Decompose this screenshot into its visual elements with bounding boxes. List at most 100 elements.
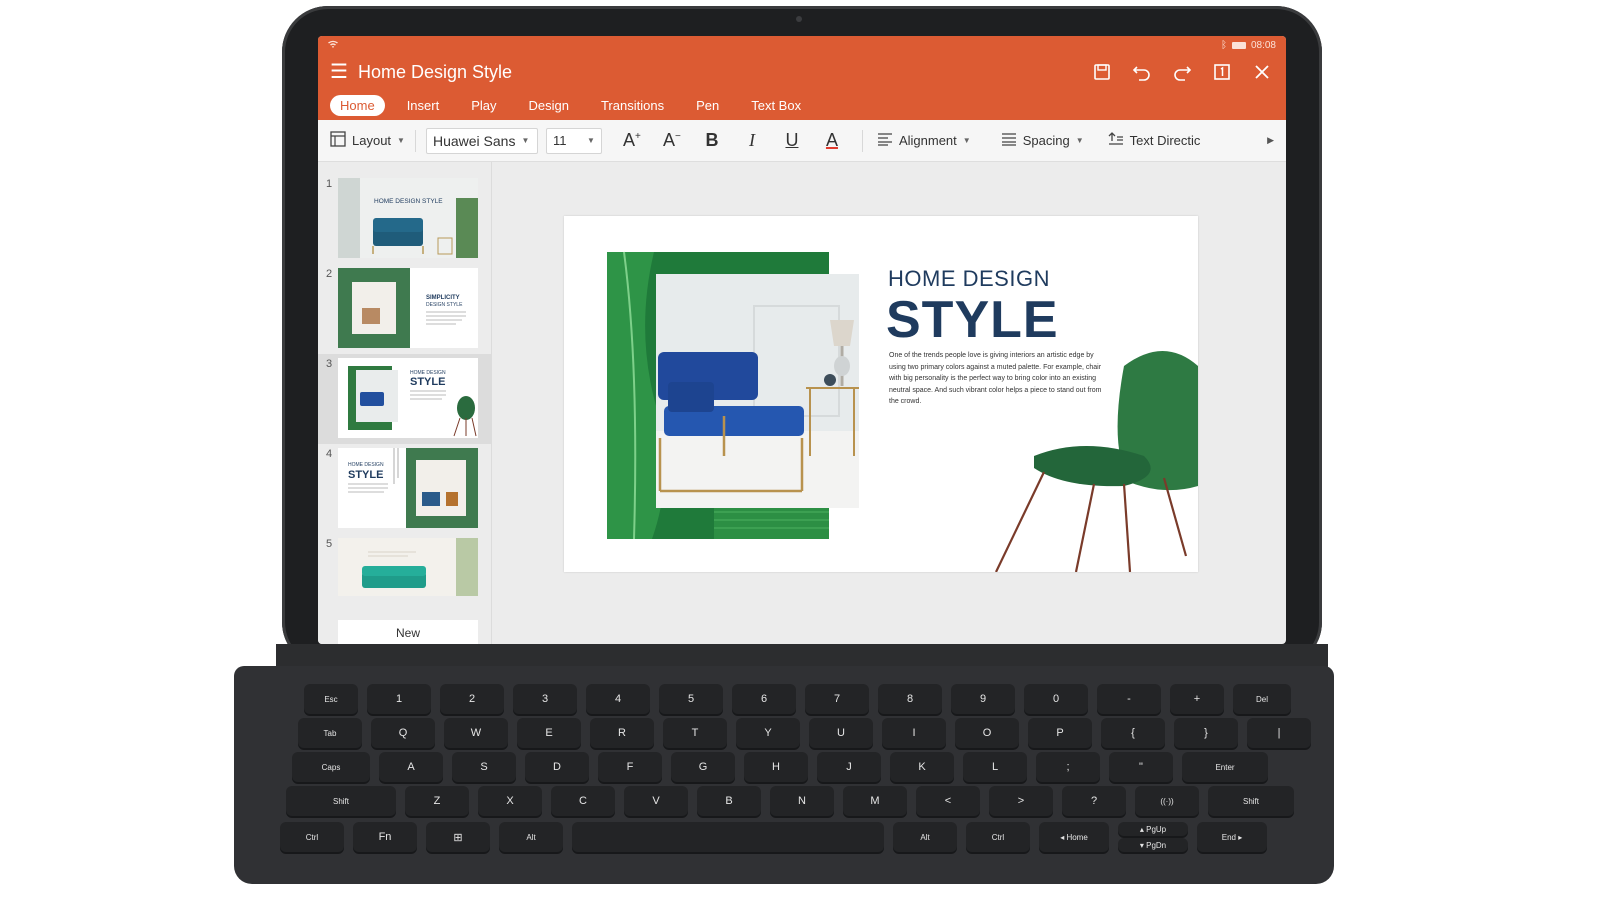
font-color-icon[interactable]: A [812,130,852,151]
slide-thumbnail-5[interactable]: 5 [318,534,491,598]
key-ctrl[interactable]: Ctrl [280,822,344,852]
alignment-dropdown[interactable]: Alignment ▼ [877,132,971,149]
key-symbol[interactable]: < [916,786,980,816]
decrease-font-icon[interactable]: A− [652,130,692,151]
key-g[interactable]: G [671,752,735,782]
single-page-icon[interactable] [1210,60,1234,84]
slide-title[interactable]: STYLE [886,290,1059,350]
key-6[interactable]: 6 [732,684,796,714]
slide-3-editor[interactable]: HOME DESIGN STYLE One of the trends peop… [564,216,1198,572]
key-symbol[interactable]: " [1109,752,1173,782]
tab-home[interactable]: Home [330,94,385,116]
layout-dropdown[interactable]: Layout ▼ [330,131,405,150]
key-1[interactable]: 1 [367,684,431,714]
tab-text-box[interactable]: Text Box [741,95,811,116]
new-slide-button[interactable]: New [338,620,478,644]
key-symbol[interactable]: + [1170,684,1224,714]
underline-icon[interactable]: U [772,130,812,151]
key-pgdn[interactable]: ▾ PgDn [1118,838,1188,852]
tab-transitions[interactable]: Transitions [591,95,674,116]
key-h[interactable]: H [744,752,808,782]
key-symbol[interactable]: ⊞ [426,822,490,852]
tab-play[interactable]: Play [461,95,506,116]
font-size-select[interactable]: 11 ▼ [545,127,602,154]
slide-thumbnail-4[interactable]: 4 HOME DESIGN STYLE [318,444,491,534]
key-k[interactable]: K [890,752,954,782]
key-b[interactable]: B [697,786,761,816]
key-y[interactable]: Y [736,718,800,748]
key-5[interactable]: 5 [659,684,723,714]
key-symbol[interactable]: } [1174,718,1238,748]
tab-insert[interactable]: Insert [397,95,450,116]
key-tab[interactable]: Tab [298,718,362,748]
key-e[interactable]: E [517,718,581,748]
key-alt[interactable]: Alt [499,822,563,852]
toolbar-more-icon[interactable]: ▶ [1267,135,1274,146]
key-2[interactable]: 2 [440,684,504,714]
slide-kicker[interactable]: HOME DESIGN [888,266,1050,292]
key-shift[interactable]: Shift [1208,786,1294,816]
key-n[interactable]: N [770,786,834,816]
key-a[interactable]: A [379,752,443,782]
key-d[interactable]: D [525,752,589,782]
key-j[interactable]: J [817,752,881,782]
key-enter[interactable]: Enter [1182,752,1268,782]
key-i[interactable]: I [882,718,946,748]
bold-icon[interactable]: B [692,130,732,151]
key-symbol[interactable]: - [1097,684,1161,714]
key-0[interactable]: 0 [1024,684,1088,714]
italic-icon[interactable]: I [732,130,772,151]
save-icon[interactable] [1090,60,1114,84]
redo-icon[interactable] [1170,60,1194,84]
slide-body-text[interactable]: One of the trends people love is giving … [889,350,1109,408]
slide-thumbnail-1[interactable]: 1 HOME DESIGN STYLE [318,174,491,264]
key-shift[interactable]: Shift [286,786,396,816]
key-alt[interactable]: Alt [893,822,957,852]
undo-icon[interactable] [1130,60,1154,84]
slide-thumbnail-3[interactable]: 3 HOME DESIGN STYLE [318,354,491,444]
key-z[interactable]: Z [405,786,469,816]
slide-thumbnail-2[interactable]: 2 SIMPLICITY DESIGN STYLE [318,264,491,354]
key-v[interactable]: V [624,786,688,816]
spacing-dropdown[interactable]: Spacing ▼ [1001,132,1084,149]
key-f[interactable]: F [598,752,662,782]
close-icon[interactable] [1250,60,1274,84]
tab-pen[interactable]: Pen [686,95,729,116]
key-symbol[interactable]: { [1101,718,1165,748]
key-3[interactable]: 3 [513,684,577,714]
key-o[interactable]: O [955,718,1019,748]
key-t[interactable]: T [663,718,727,748]
key-4[interactable]: 4 [586,684,650,714]
key-symbol[interactable]: ? [1062,786,1126,816]
hamburger-menu-icon[interactable]: ☰ [330,62,356,82]
increase-font-icon[interactable]: A+ [612,130,652,151]
key-ctrl[interactable]: Ctrl [966,822,1030,852]
key-home[interactable]: ◂ Home [1039,822,1109,852]
key-symbol[interactable]: ((·)) [1135,786,1199,816]
key-l[interactable]: L [963,752,1027,782]
key-r[interactable]: R [590,718,654,748]
key-m[interactable]: M [843,786,907,816]
key-u[interactable]: U [809,718,873,748]
key-symbol[interactable]: > [989,786,1053,816]
key-del[interactable]: Del [1233,684,1291,714]
key-9[interactable]: 9 [951,684,1015,714]
tab-design[interactable]: Design [519,95,579,116]
key-w[interactable]: W [444,718,508,748]
font-family-select[interactable]: Huawei Sans ▼ [425,127,538,154]
key-pgup[interactable]: ▴ PgUp [1118,822,1188,836]
key-symbol[interactable]: ; [1036,752,1100,782]
key-p[interactable]: P [1028,718,1092,748]
key-esc[interactable]: Esc [304,684,358,714]
key-c[interactable]: C [551,786,615,816]
key-x[interactable]: X [478,786,542,816]
key-q[interactable]: Q [371,718,435,748]
key-end[interactable]: End ▸ [1197,822,1267,852]
key-space[interactable] [572,822,884,852]
text-direction-dropdown[interactable]: Text Directic [1108,132,1200,149]
key-8[interactable]: 8 [878,684,942,714]
key-s[interactable]: S [452,752,516,782]
key-symbol[interactable]: | [1247,718,1311,748]
key-fn[interactable]: Fn [353,822,417,852]
key-caps[interactable]: Caps [292,752,370,782]
